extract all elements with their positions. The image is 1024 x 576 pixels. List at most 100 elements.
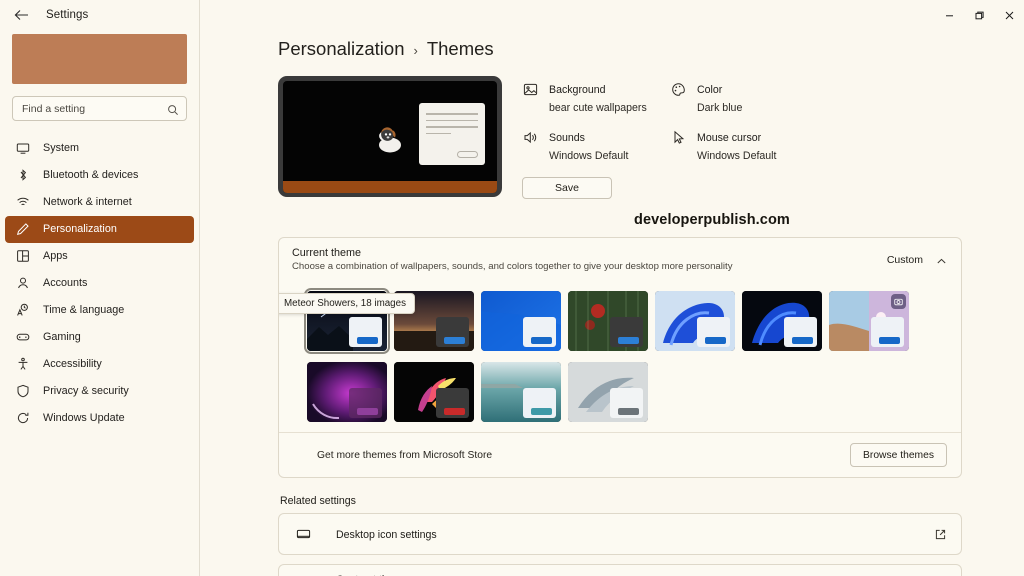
- current-theme-card: Current theme Choose a combination of wa…: [278, 237, 962, 478]
- desktop-icon: [295, 526, 312, 543]
- search-container: Find a setting: [0, 84, 199, 125]
- external-link-icon[interactable]: [934, 528, 947, 541]
- theme-property-color[interactable]: Color Dark blue: [670, 80, 962, 116]
- camera-badge-icon: [891, 294, 906, 309]
- gamepad-icon: [15, 330, 30, 345]
- sidebar-item-label: Accounts: [43, 277, 87, 289]
- sidebar-nav: System Bluetooth & devices Network & int…: [0, 135, 199, 432]
- sidebar-item-gaming[interactable]: Gaming: [5, 324, 194, 351]
- theme-property-mouse-cursor[interactable]: Mouse cursor Windows Default: [670, 128, 962, 164]
- sidebar-item-privacy-security[interactable]: Privacy & security: [5, 378, 194, 405]
- theme-thumbnail-grid: Meteor Showers, 18 images: [279, 281, 961, 432]
- page-title: Themes: [427, 38, 494, 60]
- bluetooth-icon: [15, 168, 30, 183]
- theme-thumbnail[interactable]: [568, 291, 648, 351]
- theme-property-sounds[interactable]: Sounds Windows Default: [522, 128, 670, 164]
- breadcrumb: Personalization › Themes: [278, 38, 962, 60]
- theme-thumbnail[interactable]: [742, 291, 822, 351]
- sidebar-item-bluetooth-devices[interactable]: Bluetooth & devices: [5, 162, 194, 189]
- theme-thumbnail[interactable]: [829, 291, 909, 351]
- theme-property-value: Windows Default: [549, 150, 628, 162]
- search-icon: [167, 103, 179, 115]
- sidebar-item-accessibility[interactable]: Accessibility: [5, 351, 194, 378]
- theme-thumbnail[interactable]: [307, 362, 387, 422]
- sidebar-item-network-internet[interactable]: Network & internet: [5, 189, 194, 216]
- preview-taskbar: [283, 181, 497, 193]
- chevron-up-icon[interactable]: [936, 254, 947, 265]
- palette-icon: [670, 81, 687, 98]
- window-controls: [934, 0, 1024, 30]
- preview-window: [419, 103, 485, 165]
- related-setting-desktop-icon-settings[interactable]: Desktop icon settings: [278, 513, 962, 555]
- wifi-icon: [15, 195, 30, 210]
- preview-screen: [283, 81, 497, 193]
- related-settings-heading: Related settings: [280, 495, 962, 507]
- store-label: Get more themes from Microsoft Store: [317, 450, 850, 461]
- sidebar-item-windows-update[interactable]: Windows Update: [5, 405, 194, 432]
- theme-overview-row: Background bear cute wallpapers: [278, 76, 962, 199]
- theme-property-title: Mouse cursor: [697, 132, 761, 144]
- sidebar-item-label: Network & internet: [43, 196, 132, 208]
- current-theme-header[interactable]: Current theme Choose a combination of wa…: [279, 238, 961, 281]
- current-theme-subtitle: Choose a combination of wallpapers, soun…: [292, 261, 887, 272]
- theme-properties: Background bear cute wallpapers: [522, 76, 962, 199]
- theme-thumbnail[interactable]: [655, 291, 735, 351]
- watermark: developerpublish.com: [278, 212, 962, 228]
- store-row: Get more themes from Microsoft Store Bro…: [279, 432, 961, 477]
- shield-icon: [15, 384, 30, 399]
- sidebar-item-label: Personalization: [43, 223, 117, 235]
- minimize-button[interactable]: [934, 0, 964, 30]
- image-icon: [522, 81, 539, 98]
- sidebar-item-system[interactable]: System: [5, 135, 194, 162]
- theme-preview: [278, 76, 502, 197]
- theme-property-title: Background: [549, 84, 606, 96]
- sidebar-item-label: Apps: [43, 250, 68, 262]
- current-theme-title: Current theme: [292, 247, 887, 259]
- search-input[interactable]: Find a setting: [12, 96, 187, 121]
- sidebar-item-label: Accessibility: [43, 358, 102, 370]
- sidebar-item-label: Bluetooth & devices: [43, 169, 138, 181]
- bear-wallpaper-icon: [373, 124, 407, 154]
- theme-property-value: bear cute wallpapers: [549, 102, 647, 114]
- sidebar-item-label: System: [43, 142, 79, 154]
- sidebar-item-personalization[interactable]: Personalization: [5, 216, 194, 243]
- related-setting-title: Desktop icon settings: [336, 529, 437, 541]
- breadcrumb-root[interactable]: Personalization: [278, 38, 405, 60]
- sidebar-item-label: Gaming: [43, 331, 81, 343]
- sidebar-item-time-language[interactable]: Time & language: [5, 297, 194, 324]
- theme-property-background[interactable]: Background bear cute wallpapers: [522, 80, 670, 116]
- theme-thumbnail[interactable]: [481, 291, 561, 351]
- related-setting-contrast-themes[interactable]: Contrast themes Color themes for low vis…: [278, 564, 962, 576]
- close-button[interactable]: [994, 0, 1024, 30]
- theme-property-value: Windows Default: [697, 150, 776, 162]
- account-card[interactable]: [12, 34, 187, 84]
- save-button[interactable]: Save: [522, 177, 612, 199]
- theme-thumbnail[interactable]: [568, 362, 648, 422]
- sidebar-item-label: Windows Update: [43, 412, 125, 424]
- sidebar: Find a setting System: [0, 0, 200, 576]
- clock-language-icon: [15, 303, 30, 318]
- person-icon: [15, 276, 30, 291]
- theme-property-title: Sounds: [549, 132, 585, 144]
- theme-property-title: Color: [697, 84, 722, 96]
- sidebar-item-label: Time & language: [43, 304, 124, 316]
- theme-thumbnail[interactable]: [481, 362, 561, 422]
- monitor-icon: [15, 141, 30, 156]
- restore-button[interactable]: [964, 0, 994, 30]
- theme-thumbnail[interactable]: [394, 362, 474, 422]
- pencil-icon: [15, 222, 30, 237]
- breadcrumb-separator-icon: ›: [414, 43, 418, 58]
- sidebar-item-apps[interactable]: Apps: [5, 243, 194, 270]
- accessibility-person-icon: [15, 357, 30, 372]
- current-theme-value: Custom: [887, 254, 923, 266]
- update-refresh-icon: [15, 411, 30, 426]
- browse-themes-button[interactable]: Browse themes: [850, 443, 947, 467]
- speaker-icon: [522, 129, 539, 146]
- theme-tooltip: Meteor Showers, 18 images: [278, 293, 415, 314]
- cursor-icon: [670, 129, 687, 146]
- sidebar-item-accounts[interactable]: Accounts: [5, 270, 194, 297]
- search-placeholder: Find a setting: [22, 103, 167, 115]
- apps-grid-icon: [15, 249, 30, 264]
- content-area: Personalization › Themes: [200, 0, 1024, 576]
- back-arrow-icon[interactable]: [10, 4, 32, 26]
